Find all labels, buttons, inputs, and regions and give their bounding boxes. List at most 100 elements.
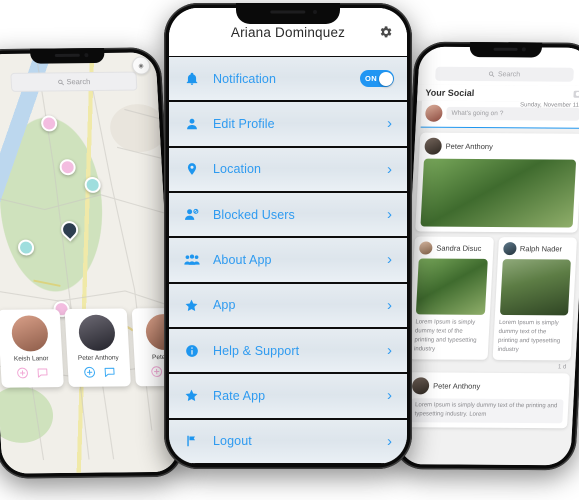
user-block-icon [182, 207, 201, 222]
avatar [411, 377, 430, 395]
compass-icon[interactable]: ◉ [131, 56, 151, 75]
search-icon [489, 71, 495, 78]
search-icon [57, 79, 64, 85]
chevron-right-icon: › [387, 251, 392, 269]
post-header: Sandra Disuc [418, 241, 488, 255]
group-icon [182, 253, 201, 267]
avatar [502, 242, 517, 256]
chevron-right-icon: › [387, 296, 392, 314]
right-phone-social-feed: Search Your Social Sunday, November 11 W… [392, 41, 579, 471]
menu-item-label: Logout [213, 434, 252, 449]
comment-header: Peter Anthony [411, 377, 565, 395]
add-circle-icon[interactable] [149, 365, 163, 378]
card-actions [82, 366, 116, 379]
map-search-placeholder: Search [66, 77, 91, 87]
menu-item-about-app[interactable]: About App › [169, 237, 407, 283]
right-phone-screen: Search Your Social Sunday, November 11 W… [397, 46, 579, 466]
feed-post[interactable]: Sandra Disuc Lorem Ipsum is simply dummy… [408, 236, 494, 360]
feed-comment[interactable]: Peter Anthony Lorem Ipsum is simply dumm… [404, 372, 570, 429]
menu-item-notification[interactable]: Notification ON [169, 56, 407, 102]
map-pin[interactable] [17, 239, 35, 256]
card-actions [15, 366, 49, 379]
person-name: Peter Anthony [77, 354, 119, 362]
avatar [424, 137, 443, 155]
post-image[interactable] [415, 258, 488, 315]
feed-search-input[interactable]: Search [435, 66, 574, 82]
map-search-input[interactable]: Search [10, 71, 138, 92]
chevron-right-icon: › [387, 342, 392, 360]
toggle-state-label: ON [365, 74, 378, 84]
feed-post[interactable]: Peter Anthony [415, 132, 579, 233]
user-icon [182, 117, 201, 131]
map-canvas[interactable] [0, 52, 179, 474]
chevron-right-icon: › [387, 432, 392, 450]
person-card[interactable]: Keish Lanor [0, 309, 64, 388]
page-title: Ariana Dominquez [230, 24, 346, 40]
menu-item-label: Location [213, 162, 262, 177]
menu-item-label: Blocked Users [213, 207, 295, 222]
bell-icon [182, 72, 201, 86]
menu-item-app[interactable]: App › [169, 282, 407, 328]
map-pin[interactable] [40, 115, 58, 132]
left-phone-map: Search ◉ Keish Lanor Peter Anthony Peter [0, 47, 185, 479]
menu-item-logout[interactable]: Logout › [169, 418, 407, 464]
map-pin[interactable] [84, 176, 102, 194]
menu-item-label: About App [213, 252, 272, 267]
menu-item-location[interactable]: Location › [169, 146, 407, 192]
phone-notch [29, 47, 105, 64]
post-author: Ralph Nader [519, 244, 563, 254]
feed-section-bar: Your Social [417, 84, 579, 102]
gear-icon[interactable] [378, 25, 393, 40]
menu-item-rate-app[interactable]: Rate App › [169, 373, 407, 419]
scene-root: Search ◉ Keish Lanor Peter Anthony Peter… [0, 0, 579, 500]
menu-item-edit-profile[interactable]: Edit Profile › [169, 101, 407, 147]
menu-item-label: App [213, 298, 236, 313]
menu-item-help-support[interactable]: Help & Support › [169, 327, 407, 374]
compose-date: Sunday, November 11 [519, 102, 579, 109]
center-phone-settings: Ariana Dominquez Notification ON Edit Pr… [164, 3, 412, 469]
star-icon [182, 298, 201, 313]
chat-bubble-icon[interactable] [35, 366, 49, 379]
nearby-people-cards: Keish Lanor Peter Anthony Peter [0, 307, 179, 388]
menu-item-label: Help & Support [213, 343, 300, 358]
avatar [77, 314, 116, 351]
feed-post[interactable]: Ralph Nader Lorem Ipsum is simply dummy … [492, 237, 578, 361]
post-text: Lorem Ipsum is simply dummy text of the … [497, 319, 561, 354]
left-phone-screen: Search ◉ Keish Lanor Peter Anthony Peter [0, 52, 179, 474]
comment-text: Lorem Ipsum is simply dummy text of the … [410, 398, 564, 424]
menu-item-blocked-users[interactable]: Blocked Users › [169, 191, 407, 238]
info-icon [182, 344, 201, 358]
feed-scroll-area[interactable]: Sunday, November 11 What's going on ? Pe… [398, 100, 579, 466]
comment-author: Peter Anthony [432, 381, 481, 391]
add-circle-icon[interactable] [15, 366, 29, 379]
camera-icon[interactable] [573, 90, 579, 98]
map-pin[interactable] [59, 159, 77, 176]
feed-search-placeholder: Search [497, 70, 521, 78]
add-circle-icon[interactable] [82, 366, 96, 379]
post-author: Sandra Disuc [436, 243, 482, 253]
post-text: Lorem Ipsum is simply dummy text of the … [413, 319, 477, 353]
chevron-right-icon: › [387, 387, 392, 405]
star-icon [182, 388, 201, 403]
phone-notch [236, 3, 340, 24]
menu-item-label: Rate App [213, 388, 266, 403]
compose-input[interactable]: What's going on ? [446, 106, 579, 121]
map-top-bar: Search ◉ [0, 56, 158, 105]
notification-toggle[interactable]: ON [360, 70, 394, 88]
post-image[interactable] [420, 158, 577, 228]
avatar [424, 104, 443, 122]
feed-section-title: Your Social [425, 87, 475, 99]
center-phone-screen: Ariana Dominquez Notification ON Edit Pr… [169, 8, 407, 464]
back-arrow-icon[interactable] [0, 77, 1, 88]
menu-item-label: Notification [213, 71, 277, 86]
avatar [418, 241, 433, 255]
compose-box[interactable]: Sunday, November 11 What's going on ? [420, 100, 579, 129]
chat-bubble-icon[interactable] [102, 366, 116, 379]
post-author: Peter Anthony [445, 141, 494, 152]
post-timestamp: 1 d [557, 364, 567, 371]
menu-item-label: Edit Profile [213, 116, 275, 131]
person-card[interactable]: Peter Anthony [64, 308, 131, 387]
chevron-right-icon: › [387, 115, 392, 133]
post-image[interactable] [499, 259, 571, 316]
map-roads [0, 53, 173, 461]
